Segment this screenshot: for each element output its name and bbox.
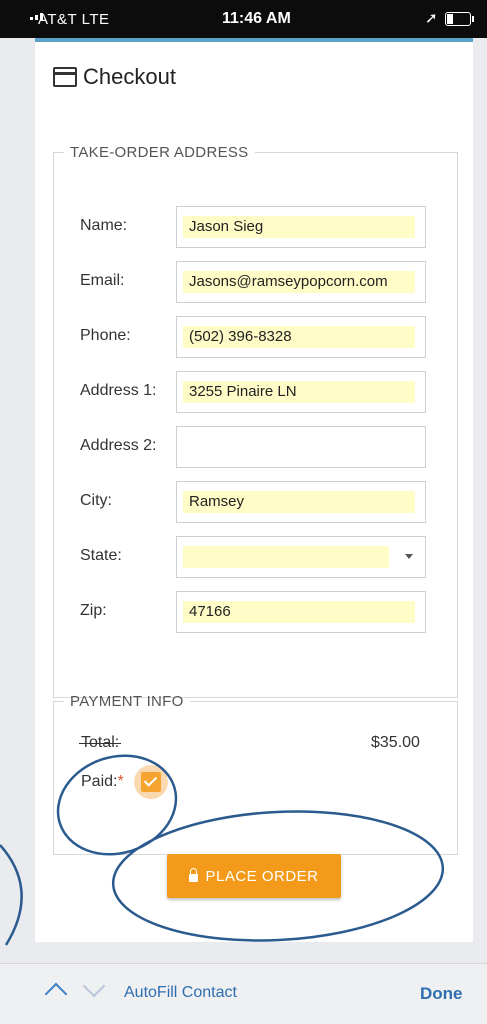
paid-checkbox[interactable] [141,772,161,792]
address-section-legend: TAKE-ORDER ADDRESS [70,144,249,161]
address2-label: Address 2: [80,437,157,454]
location-arrow-icon: ➚ [425,10,438,27]
payment-section-legend: PAYMENT INFO [70,693,184,710]
previous-field-chevron-up-icon[interactable] [44,982,68,1006]
email-field[interactable]: Jasons@ramseypopcorn.com [176,261,426,303]
address2-field[interactable] [176,426,426,468]
email-value: Jasons@ramseypopcorn.com [189,273,388,290]
zip-row: Zip: 47166 [80,591,430,633]
card-header: Checkout [53,64,176,90]
take-order-address-section: TAKE-ORDER ADDRESS Name: Jason Sieg Emai… [53,144,458,698]
place-order-button[interactable]: PLACE ORDER [167,854,341,898]
address1-row: Address 1: 3255 Pinaire LN [80,371,430,413]
status-bar: AT&T LTE 11:46 AM ➚ [0,0,487,38]
page-title: Checkout [83,64,176,89]
phone-field[interactable]: (502) 396-8328 [176,316,426,358]
carrier-label: AT&T LTE [38,11,110,28]
checkout-card: Checkout TAKE-ORDER ADDRESS Name: Jason … [35,42,473,942]
city-row: City: Ramsey [80,481,430,523]
address1-value: 3255 Pinaire LN [189,383,297,400]
place-order-label: PLACE ORDER [205,867,319,885]
autofill-contact-button[interactable]: AutoFill Contact [124,984,237,1002]
total-label: Total: [78,734,122,751]
address2-row: Address 2: [80,426,430,468]
dropdown-arrow-icon [405,554,413,559]
email-label: Email: [80,272,125,289]
phone-label: Phone: [80,327,131,344]
email-row: Email: Jasons@ramseypopcorn.com [80,261,430,303]
required-asterisk: * [117,773,124,790]
name-value: Jason Sieg [189,218,264,235]
paid-label-text: Paid: [81,773,118,790]
address1-field[interactable]: 3255 Pinaire LN [176,371,426,413]
credit-card-icon [53,67,77,87]
state-row: State: [80,536,430,578]
zip-field[interactable]: 47166 [176,591,426,633]
clock: 11:46 AM [222,10,291,27]
zip-value: 47166 [189,603,231,620]
total-value: $35.00 [371,734,420,751]
phone-row: Phone: (502) 396-8328 [80,316,430,358]
lock-icon [189,868,199,882]
city-value: Ramsey [189,493,245,510]
next-field-chevron-down-icon[interactable] [82,974,106,998]
done-button[interactable]: Done [420,984,463,1004]
name-row: Name: Jason Sieg [80,206,430,248]
keyboard-accessory-bar: AutoFill Contact Done [0,963,487,1024]
state-select[interactable] [176,536,426,578]
state-label: State: [80,547,122,564]
zip-label: Zip: [80,602,107,619]
address1-label: Address 1: [80,382,157,399]
phone-value: (502) 396-8328 [189,328,292,345]
name-label: Name: [80,217,128,234]
paid-label: Paid:* [81,773,124,791]
annotation-arc-left [0,844,23,946]
name-field[interactable]: Jason Sieg [176,206,426,248]
city-label: City: [80,492,112,509]
city-field[interactable]: Ramsey [176,481,426,523]
battery-icon [445,12,474,26]
